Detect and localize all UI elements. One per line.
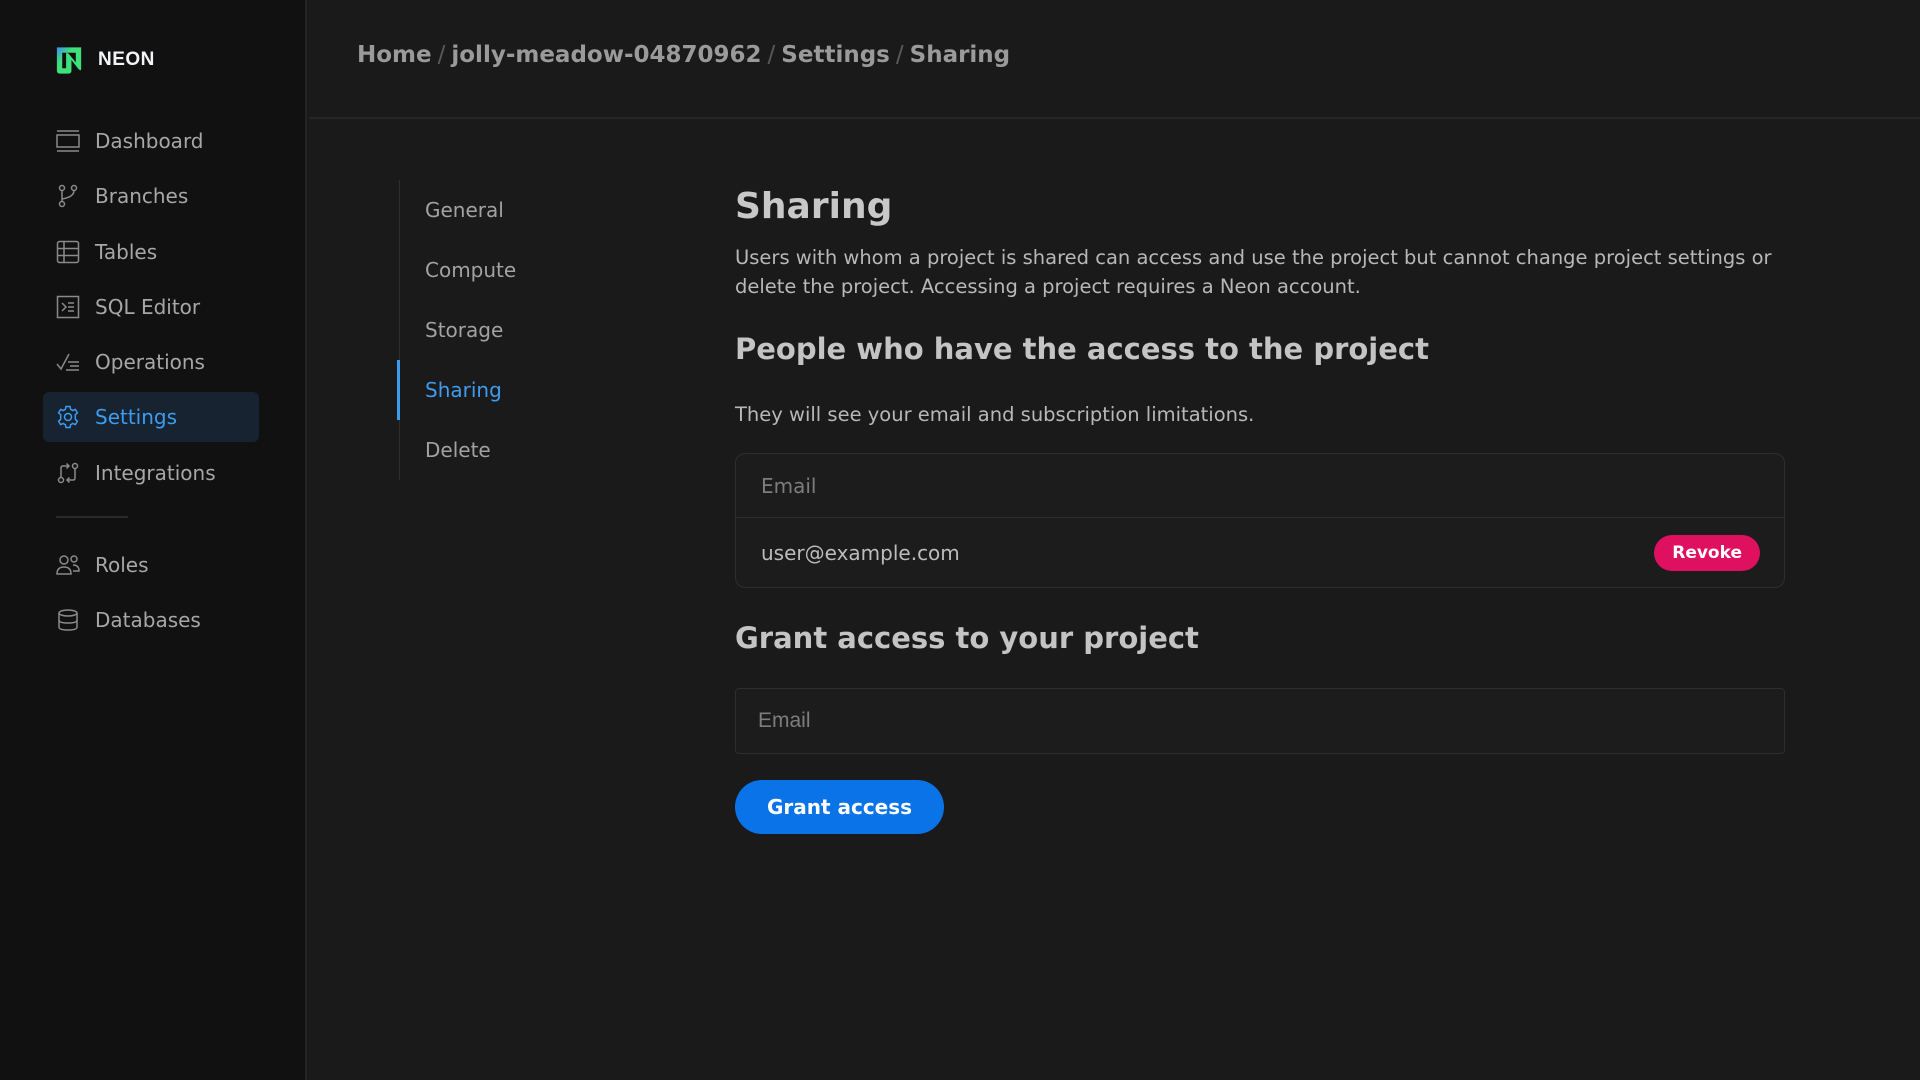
sidebar-item-operations[interactable]: Operations — [43, 337, 259, 387]
subnav-general[interactable]: General — [400, 180, 516, 240]
sidebar-item-integrations[interactable]: Integrations — [43, 448, 259, 498]
sidebar-item-branches[interactable]: Branches — [43, 171, 259, 221]
dashboard-icon — [55, 128, 81, 154]
breadcrumb-separator: / — [437, 42, 446, 68]
breadcrumb-project[interactable]: jolly-meadow-04870962 — [451, 42, 761, 68]
grant-access-button[interactable]: Grant access — [735, 780, 944, 834]
subnav-sharing[interactable]: Sharing — [396, 360, 516, 420]
sidebar-item-sql-editor[interactable]: SQL Editor — [43, 282, 259, 332]
sql-editor-icon — [55, 294, 81, 320]
neon-logo-icon — [56, 47, 82, 74]
sidebar-item-roles[interactable]: Roles — [43, 540, 259, 590]
sidebar-item-label: Integrations — [95, 460, 216, 485]
people-section-title: People who have the access to the projec… — [735, 332, 1429, 366]
breadcrumb-home[interactable]: Home — [357, 42, 432, 68]
breadcrumb-separator: / — [767, 42, 776, 68]
sidebar-item-databases[interactable]: Databases — [43, 595, 259, 645]
breadcrumb-current: Sharing — [909, 42, 1011, 68]
branches-icon — [55, 183, 81, 209]
sidebar: NEON Dashboard Branches Tables SQL Edito… — [0, 0, 307, 1080]
tables-icon — [55, 239, 81, 265]
breadcrumb-settings[interactable]: Settings — [781, 42, 890, 68]
sidebar-item-label: Branches — [95, 184, 189, 209]
sidebar-item-label: Dashboard — [95, 129, 204, 153]
integrations-icon — [55, 460, 81, 486]
sidebar-item-label: Roles — [95, 552, 149, 577]
sidebar-item-label: Operations — [95, 350, 205, 375]
subnav-storage[interactable]: Storage — [400, 300, 516, 360]
shared-users-table: Email user@example.com Revoke — [735, 453, 1785, 588]
page-title: Sharing — [735, 186, 893, 227]
user-email: user@example.com — [761, 540, 960, 565]
subnav-compute[interactable]: Compute — [400, 240, 516, 300]
sidebar-item-dashboard[interactable]: Dashboard — [43, 116, 259, 166]
roles-icon — [55, 552, 81, 578]
people-section-hint: They will see your email and subscriptio… — [735, 403, 1255, 426]
sidebar-divider — [56, 515, 128, 518]
page-description: Users with whom a project is shared can … — [735, 246, 1772, 298]
operations-icon — [55, 349, 81, 375]
subnav-delete[interactable]: Delete — [400, 420, 516, 480]
grant-section-title: Grant access to your project — [735, 621, 1199, 655]
revoke-button[interactable]: Revoke — [1654, 534, 1760, 571]
sidebar-item-label: Databases — [95, 608, 201, 633]
settings-subnav: General Compute Storage Sharing Delete — [396, 180, 516, 480]
sidebar-item-tables[interactable]: Tables — [43, 227, 259, 277]
sidebar-item-label: Tables — [95, 239, 158, 264]
sidebar-item-settings[interactable]: Settings — [43, 392, 259, 443]
page-header: Home / jolly-meadow-04870962/Settings / Shar… — [309, 0, 1920, 119]
sidebar-item-label: Settings — [95, 405, 178, 430]
sharing-content: Sharing Users with whom a project is sha… — [735, 183, 1785, 834]
neon-logo[interactable]: NEON — [53, 43, 155, 77]
sidebar-nav: Dashboard Branches Tables SQL Editor Ope… — [43, 116, 259, 650]
gear-icon — [55, 404, 81, 430]
grant-email-input[interactable] — [735, 688, 1785, 754]
brand-name: NEON — [98, 49, 155, 70]
breadcrumb: Home / jolly-meadow-04870962/Settings / Shar… — [357, 42, 1010, 68]
table-header-email: Email — [736, 454, 1784, 518]
database-icon — [55, 607, 81, 633]
breadcrumb-separator: / — [895, 42, 904, 68]
table-row: user@example.com Revoke — [736, 518, 1784, 587]
sidebar-item-label: SQL Editor — [95, 294, 201, 319]
